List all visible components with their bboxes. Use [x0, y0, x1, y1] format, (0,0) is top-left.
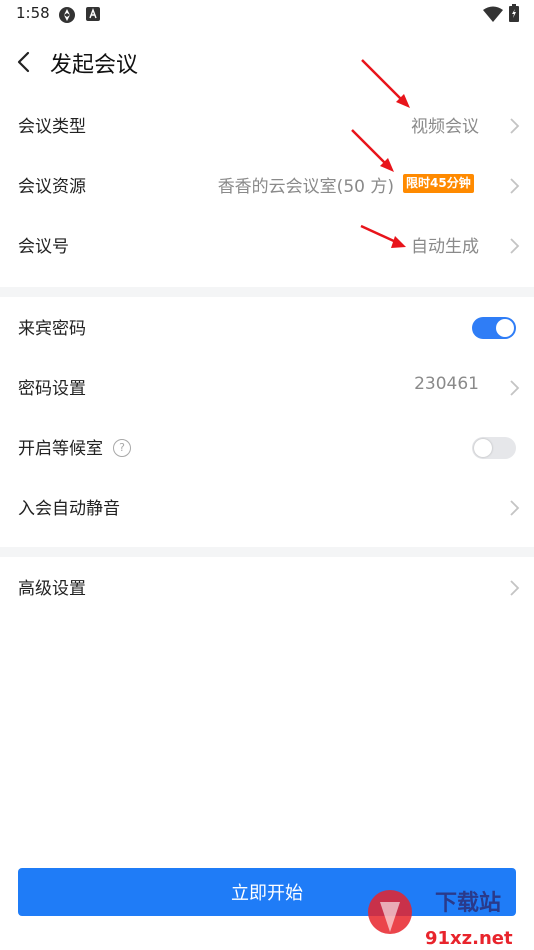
meeting-type-value: 视频会议	[411, 117, 479, 137]
chevron-right-icon	[508, 117, 520, 135]
app-notification-icon	[86, 6, 100, 25]
toggle-knob	[474, 439, 492, 457]
status-bar: 1:58	[0, 0, 534, 28]
page-title: 发起会议	[50, 53, 139, 78]
auto-mute-label: 入会自动静音	[18, 499, 120, 519]
chevron-right-icon	[508, 379, 520, 397]
watermark-domain: 91xz.net	[425, 928, 513, 949]
meeting-type-row[interactable]: 会议类型 视频会议	[0, 96, 534, 156]
chevron-right-icon	[508, 579, 520, 597]
chevron-right-icon	[508, 499, 520, 517]
nav-bar: 发起会议	[0, 36, 534, 88]
chevron-right-icon	[508, 237, 520, 255]
status-time: 1:58	[16, 4, 50, 22]
password-settings-label: 密码设置	[18, 379, 86, 399]
meeting-resource-label: 会议资源	[18, 177, 86, 197]
help-icon[interactable]: ?	[113, 439, 131, 457]
section-divider	[0, 287, 534, 297]
waiting-room-row: 开启等候室 ?	[0, 418, 534, 478]
sync-icon	[58, 6, 76, 28]
watermark-brand: 下载站	[435, 890, 501, 916]
annotation-arrow-icon	[361, 59, 410, 108]
chevron-right-icon	[508, 177, 520, 195]
advanced-settings-row[interactable]: 高级设置	[0, 558, 534, 618]
back-icon[interactable]	[14, 49, 34, 75]
advanced-settings-label: 高级设置	[18, 579, 86, 599]
guest-password-label: 来宾密码	[18, 319, 86, 339]
time-limit-badge: 限时45分钟	[403, 174, 474, 193]
password-value: 230461	[414, 374, 479, 394]
annotation-arrow-icon	[351, 129, 394, 172]
guest-password-toggle[interactable]	[472, 317, 516, 339]
wifi-icon	[483, 6, 503, 26]
meeting-resource-row[interactable]: 会议资源 香香的云会议室(50 方) 限时45分钟	[0, 156, 534, 216]
meeting-number-row[interactable]: 会议号 自动生成	[0, 216, 534, 276]
waiting-room-toggle[interactable]	[472, 437, 516, 459]
auto-mute-row[interactable]: 入会自动静音	[0, 478, 534, 538]
password-settings-row[interactable]: 密码设置 230461	[0, 358, 534, 418]
section-divider	[0, 547, 534, 557]
toggle-knob	[496, 319, 514, 337]
battery-icon	[509, 4, 519, 26]
watermark-logo: 下载站 91xz.net	[368, 890, 513, 949]
meeting-number-label: 会议号	[18, 237, 69, 257]
annotation-arrow-icon	[360, 224, 406, 248]
meeting-type-label: 会议类型	[18, 117, 86, 137]
guest-password-row: 来宾密码	[0, 298, 534, 358]
meeting-number-value: 自动生成	[411, 237, 479, 257]
waiting-room-label: 开启等候室	[18, 439, 103, 459]
